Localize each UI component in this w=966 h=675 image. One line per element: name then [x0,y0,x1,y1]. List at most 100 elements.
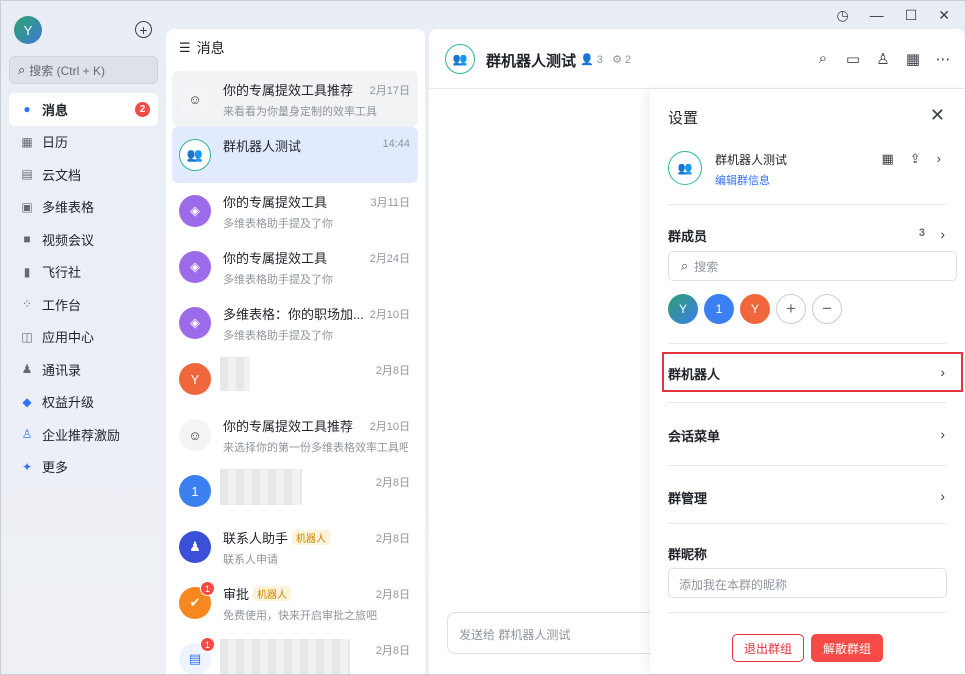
sidebar-item-contacts[interactable]: ♟ 通讯录 [9,353,158,386]
member-search-input[interactable]: ⌕ 搜索 [668,251,957,281]
member-avatar[interactable]: Y [668,294,698,324]
calendar-icon[interactable]: ▦ [905,50,921,68]
conversation-title[interactable]: 群机器人测试 [486,50,576,71]
nickname-input[interactable]: 添加我在本群的昵称 [668,568,947,598]
close-icon[interactable]: ✕ [930,105,945,126]
sidebar-item-label: 日历 [42,135,69,151]
member-avatar[interactable]: 1 [704,294,734,324]
sidebar-item-calendar[interactable]: ▦ 日历 [9,126,158,159]
sidebar-item-label: 云文档 [42,167,82,183]
chat-item[interactable]: ◈ 多维表格：你的职场加... 2月10日 多维表格助手提及了你 [172,295,418,351]
recommend-icon: ♙ [21,427,33,442]
group-bots-label: 群机器人 [668,367,721,382]
blurred-name [220,357,250,391]
chat-item[interactable]: 1 2月8日 [172,463,418,519]
chat-item[interactable]: ✔ 1 审批 机器人 2月8日 免费使用，快来开启审批之旅吧 [172,575,418,631]
add-member-icon[interactable]: ♙ [875,50,891,68]
app-window: ◷ — ☐ ✕ Y + ⌕ 搜索 (Ctrl + K) ● 消息 2 ▦ 日历 … [0,0,966,675]
member-avatar[interactable]: Y [740,294,770,324]
sidebar-item-label: 工作台 [42,297,82,313]
disband-group-button[interactable]: 解散群组 [811,634,883,662]
conversation-header: 👥 群机器人测试 👤 3 ⚙ 2 ⌕ ▭ ♙ ▦ ⋯ [429,29,965,89]
blurred-name [220,469,302,505]
sidebar-item-workbench[interactable]: ⁘ 工作台 [9,288,158,321]
chat-name: 你的专属提效工具 [223,195,328,210]
window-controls: ◷ — ☐ ✕ [836,7,950,24]
remove-member-button[interactable]: − [812,294,842,324]
sidebar-item-recommend[interactable]: ♙ 企业推荐激励 [9,418,158,451]
add-icon[interactable]: + [135,21,152,38]
member-search-placeholder: 搜索 [694,259,719,274]
chevron-right-icon: › [940,364,945,380]
sidebar-nav: ● 消息 2 ▦ 日历 ▤ 云文档 ▣ 多维表格 ■ 视频会议 ▮ 飞行社 ⁘ … [9,93,158,483]
filter-list-icon[interactable]: ☰ [179,40,191,56]
sidebar-item-more[interactable]: ✦ 更多 [9,451,158,484]
avatar: Y [179,363,211,395]
chat-item[interactable]: ☺ 你的专属提效工具推荐 2月17日 来看看为你量身定制的效率工具 [172,71,418,127]
sidebar-item-label: 视频会议 [42,232,95,248]
close-window-button[interactable]: ✕ [938,7,950,24]
share-icon[interactable]: ⇪ [910,151,921,167]
more-icon[interactable]: ⋯ [935,50,951,68]
conversation-tools: ⌕ ▭ ♙ ▦ ⋯ [815,50,951,68]
members-count: 3 [918,227,925,239]
sidebar-item-bitable[interactable]: ▣ 多维表格 [9,191,158,224]
add-member-button[interactable]: + [776,294,806,324]
members-row[interactable]: 群成员 3 › [668,226,947,245]
nickname-placeholder: 添加我在本群的昵称 [679,578,788,592]
person-avatar-icon: ☺ [179,83,211,115]
chat-item[interactable]: ◈ 你的专属提效工具 3月11日 多维表格助手提及了你 [172,183,418,239]
maximize-button[interactable]: ☐ [905,7,918,24]
user-avatar[interactable]: Y [14,16,42,44]
sidebar-item-label: 通讯录 [42,362,82,378]
sidebar-item-messages[interactable]: ● 消息 2 [9,93,158,126]
workbench-icon: ⁘ [21,297,33,312]
sidebar: Y + ⌕ 搜索 (Ctrl + K) ● 消息 2 ▦ 日历 ▤ 云文档 ▣ … [1,1,164,675]
video-call-icon[interactable]: ▭ [845,50,861,68]
group-icon: 👥 [179,139,211,171]
chat-item[interactable]: ▤ 1 2月8日 [172,631,418,674]
chat-list: ☰ 消息 ☺ 你的专属提效工具推荐 2月17日 来看看为你量身定制的效率工具 👥… [166,29,425,674]
search-chat-icon[interactable]: ⌕ [815,50,831,68]
book-icon: ▮ [23,264,31,279]
history-icon[interactable]: ◷ [836,7,848,24]
qrcode-icon[interactable]: ▦ [881,151,893,167]
chat-item-selected[interactable]: 👥 群机器人测试 14:44 [172,127,418,183]
sidebar-item-label: 企业推荐激励 [42,427,121,443]
member-count: 3 [596,54,603,66]
edit-group-link[interactable]: 编辑群信息 [715,172,770,188]
divider [668,343,947,344]
sidebar-item-docs[interactable]: ▤ 云文档 [9,158,158,191]
chat-item[interactable]: Y 2月8日 [172,351,418,407]
chat-time: 14:44 [382,138,410,150]
sidebar-item-label: 更多 [42,460,69,476]
person-avatar-icon: ☺ [179,419,211,451]
quit-group-button[interactable]: 退出群组 [732,634,804,662]
chat-preview: 来看看为你量身定制的效率工具 [223,106,377,118]
minimize-button[interactable]: — [870,7,884,24]
group-bots-row[interactable]: 群机器人 › [668,364,947,383]
chat-item[interactable]: ♟ 联系人助手 机器人 2月8日 联系人申请 [172,519,418,575]
calendar-icon: ▦ [21,134,33,149]
chat-time: 2月8日 [375,477,410,489]
global-search[interactable]: ⌕ 搜索 (Ctrl + K) [9,56,158,84]
settings-title: 设置 [668,110,699,127]
divider [668,523,947,524]
group-manage-row[interactable]: 群管理 › [668,488,947,507]
more-apps-icon: ✦ [21,459,33,474]
session-menu-row[interactable]: 会话菜单 › [668,426,947,445]
chat-time: 2月10日 [369,421,410,433]
chevron-right-icon[interactable]: › [937,151,941,167]
group-icon: 👥 [668,151,702,185]
sidebar-item-feixingshe[interactable]: ▮ 飞行社 [9,256,158,289]
sidebar-item-upgrade[interactable]: ◆ 权益升级 [9,386,158,419]
bot-tag: 机器人 [253,586,292,601]
chat-item[interactable]: ☺ 你的专属提效工具推荐 2月10日 来选择你的第一份多维表格效率工具吧 [172,407,418,463]
group-name: 群机器人测试 [715,153,788,167]
group-manage-label: 群管理 [668,491,708,506]
contacts-icon: ♟ [21,362,33,377]
sidebar-item-appcenter[interactable]: ◫ 应用中心 [9,321,158,354]
chat-item[interactable]: ◈ 你的专属提效工具 2月24日 多维表格助手提及了你 [172,239,418,295]
sidebar-item-meetings[interactable]: ■ 视频会议 [9,223,158,256]
chat-list-title: 消息 [196,40,225,56]
